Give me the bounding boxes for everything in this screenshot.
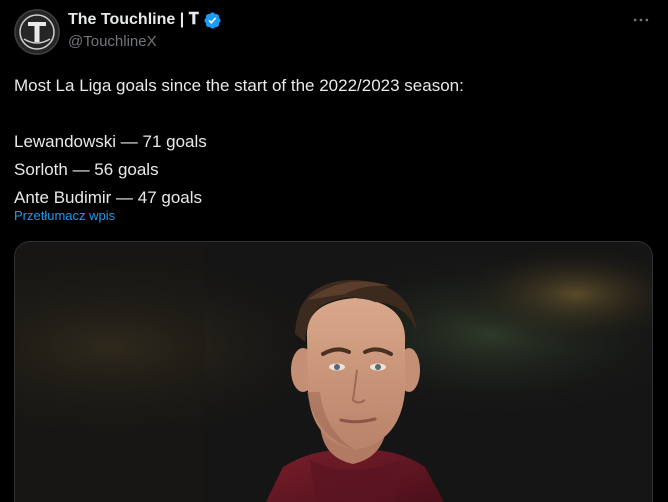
tweet-line: Sorloth — 56 goals <box>14 160 159 179</box>
tweet-card: The Touchline | 𝐓 @TouchlineX Most La Li… <box>0 0 668 502</box>
author-name-row: The Touchline | 𝐓 <box>68 9 222 31</box>
tweet-media-image[interactable] <box>14 241 653 502</box>
tweet-line: Most La Liga goals since the start of th… <box>14 76 464 95</box>
avatar[interactable] <box>14 9 60 55</box>
more-icon[interactable] <box>626 9 656 31</box>
author-handle[interactable]: @TouchlineX <box>68 33 157 50</box>
author-display-name[interactable]: The Touchline | 𝐓 <box>68 11 199 29</box>
tweet-line <box>14 100 654 128</box>
verified-badge-icon[interactable] <box>203 11 222 30</box>
translate-link[interactable]: Przetłumacz wpis <box>14 208 115 223</box>
tweet-body: Most La Liga goals since the start of th… <box>14 72 654 212</box>
tweet-line: Lewandowski — 71 goals <box>14 132 207 151</box>
player-photo <box>15 242 652 502</box>
touchline-logo-icon <box>14 9 60 55</box>
